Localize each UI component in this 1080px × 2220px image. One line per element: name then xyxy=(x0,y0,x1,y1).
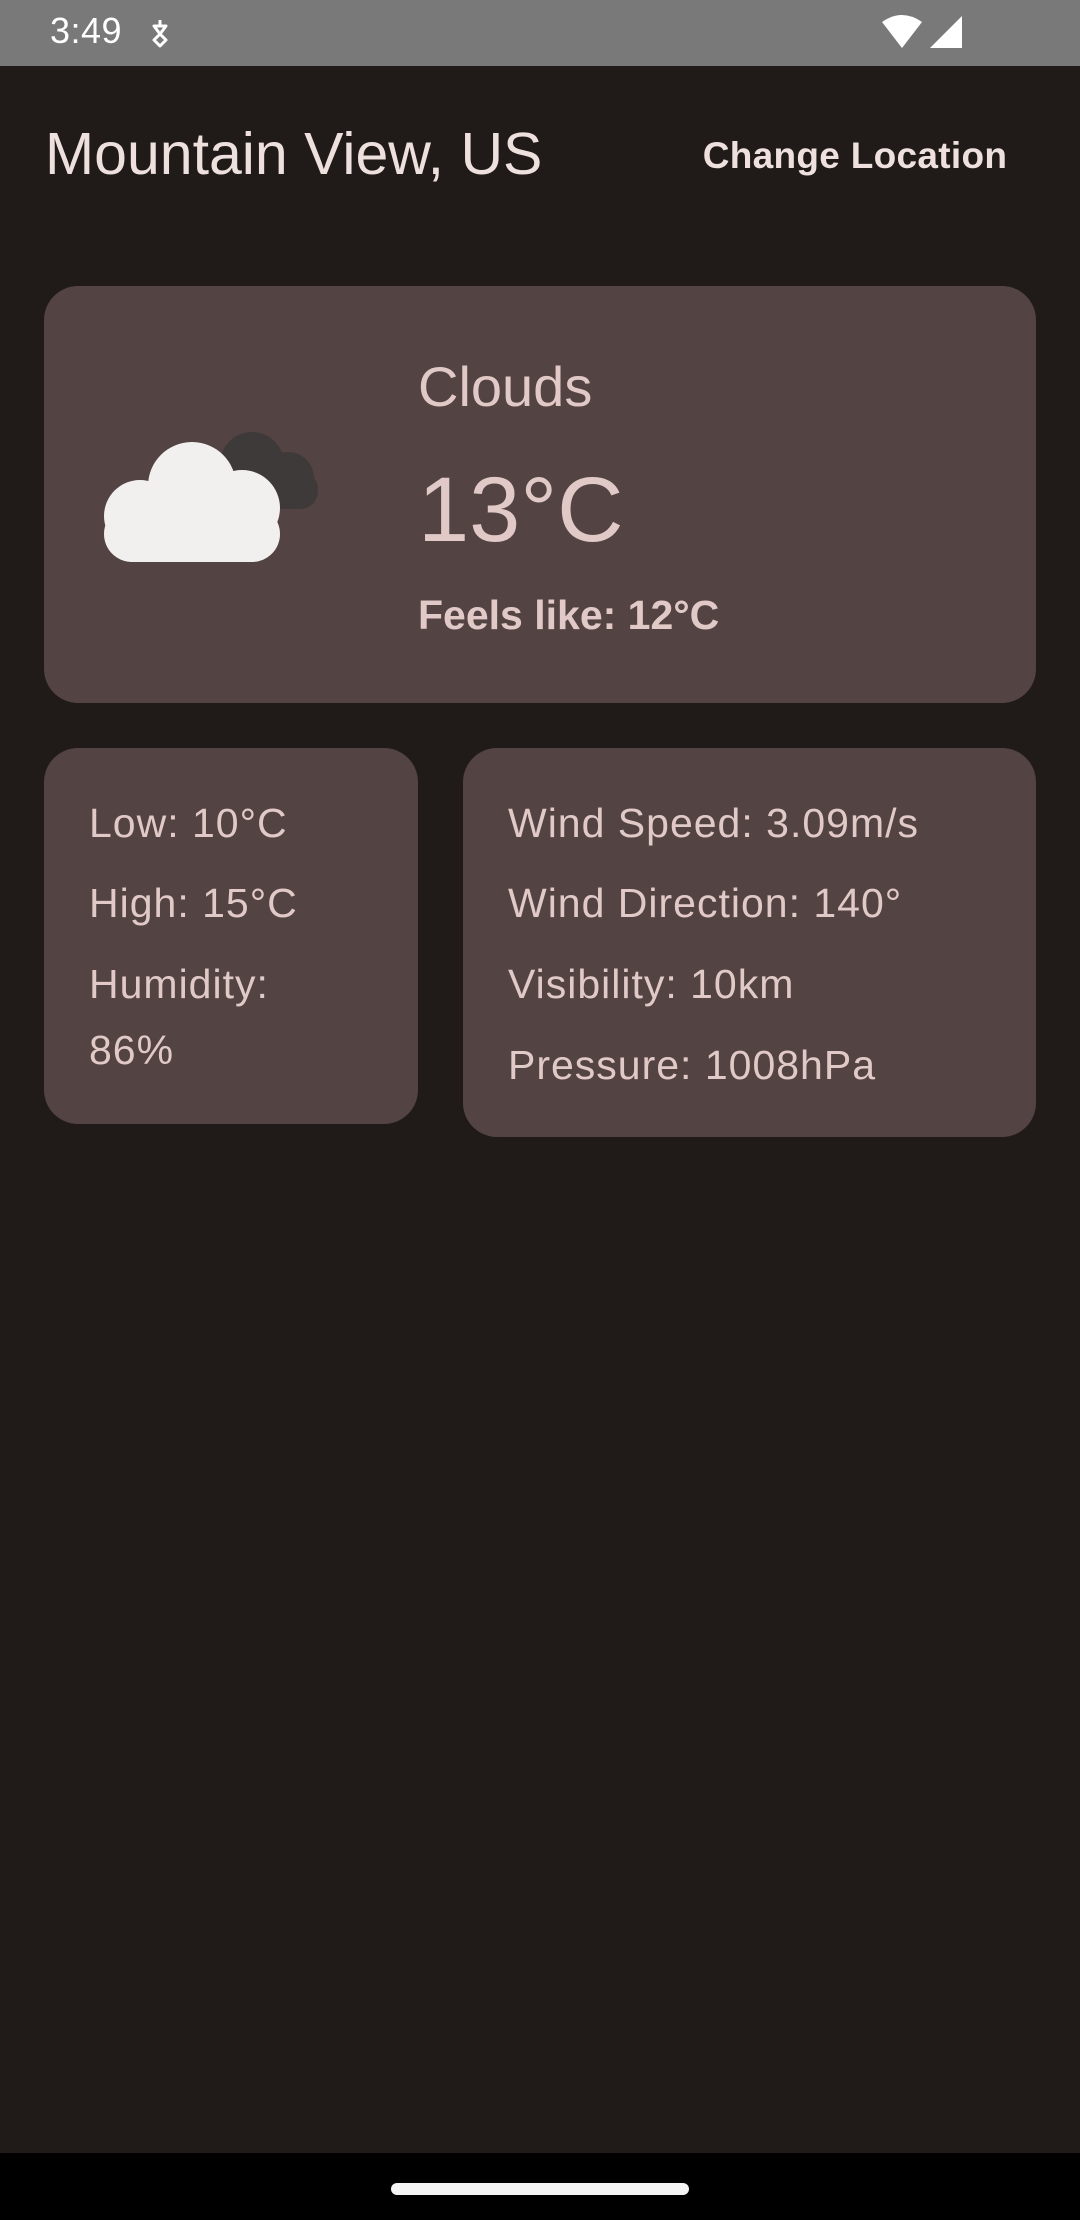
wind-details-card: Wind Speed: 3.09m/s Wind Direction: 140°… xyxy=(463,748,1036,1137)
wind-direction-text: Wind Direction: 140° xyxy=(508,880,903,926)
navigation-bar xyxy=(0,2153,1080,2220)
status-bar: 3:49 xyxy=(0,0,1080,66)
notification-icon xyxy=(152,20,168,48)
wind-speed-text: Wind Speed: 3.09m/s xyxy=(508,800,919,846)
change-location-button[interactable]: Change Location xyxy=(690,120,1020,192)
current-weather-card: Clouds 13°C Feels like: 12°C xyxy=(44,286,1036,703)
wifi-icon xyxy=(882,15,922,48)
condition-text: Clouds xyxy=(418,355,593,418)
home-gesture-handle[interactable] xyxy=(391,2183,689,2195)
app-screen: 3:49 Mountain View, US Change Location C… xyxy=(0,0,1080,2220)
signal-icon xyxy=(930,16,962,48)
low-temp-text: Low: 10°C xyxy=(89,800,288,846)
feels-like-text: Feels like: 12°C xyxy=(418,592,720,638)
high-temp-text: High: 15°C xyxy=(89,880,298,926)
temperature-text: 13°C xyxy=(418,459,624,561)
location-title: Mountain View, US xyxy=(45,121,543,187)
visibility-text: Visibility: 10km xyxy=(508,961,795,1007)
temperature-details-card: Low: 10°C High: 15°C Humidity: 86% xyxy=(44,748,418,1124)
humidity-label: Humidity: xyxy=(89,961,269,1007)
status-time: 3:49 xyxy=(50,10,123,51)
clouds-icon xyxy=(104,432,318,562)
pressure-text: Pressure: 1008hPa xyxy=(508,1042,877,1088)
humidity-value: 86% xyxy=(89,1027,175,1073)
